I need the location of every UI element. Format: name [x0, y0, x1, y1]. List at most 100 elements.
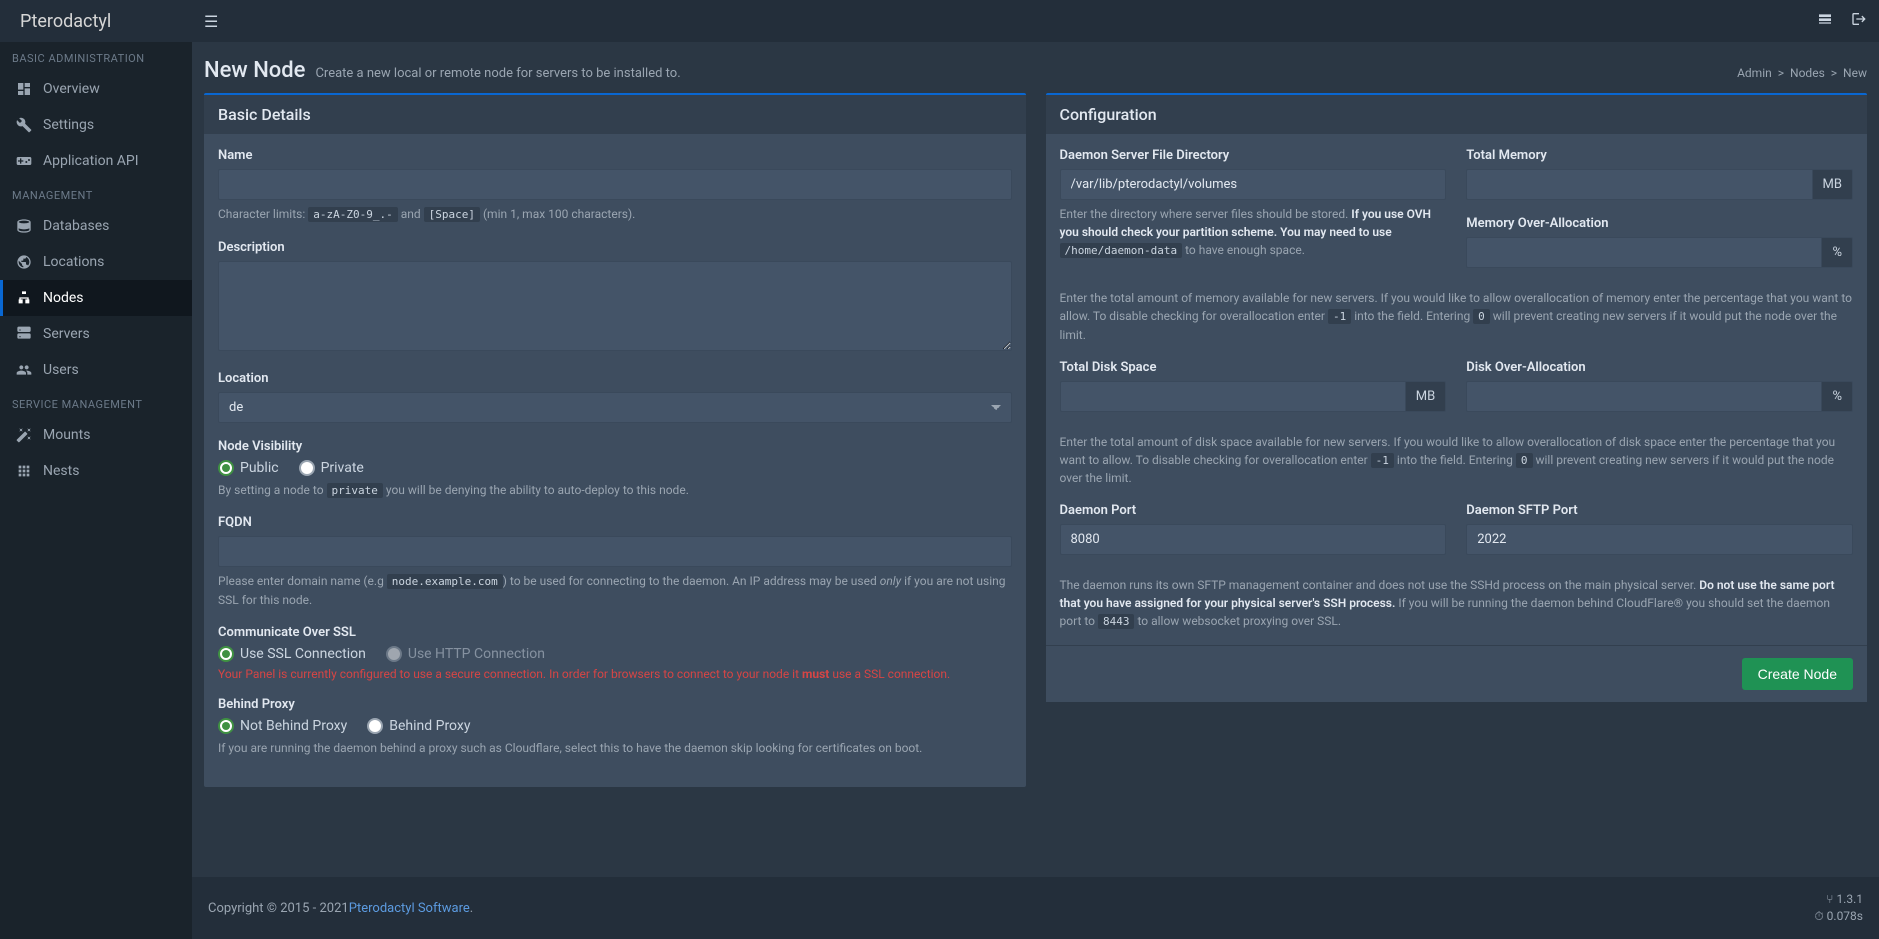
sidebar-item-databases[interactable]: Databases — [0, 208, 192, 244]
memory-input[interactable] — [1466, 169, 1812, 200]
sidebar-item-users[interactable]: Users — [0, 352, 192, 388]
topbar: ☰ — [192, 0, 1879, 42]
magic-icon — [15, 426, 33, 444]
description-label: Description — [218, 240, 1012, 255]
breadcrumb-admin[interactable]: Admin — [1737, 66, 1772, 80]
gamepad-icon — [15, 152, 33, 170]
breadcrumb-new: New — [1843, 66, 1867, 80]
nav-section-basic-admin: BASIC ADMINISTRATION — [0, 42, 192, 71]
sidebar-item-label: Overview — [43, 81, 100, 97]
visibility-public-radio[interactable]: Public — [218, 460, 279, 476]
dashboard-icon — [15, 80, 33, 98]
radio-icon — [386, 646, 402, 662]
dir-help: Enter the directory where server files s… — [1060, 205, 1447, 260]
fqdn-label: FQDN — [218, 515, 1012, 530]
sidebar-item-label: Mounts — [43, 427, 90, 443]
memory-label: Total Memory — [1466, 148, 1853, 163]
footer-link[interactable]: Pterodactyl Software — [349, 901, 470, 916]
disk-unit: MB — [1406, 381, 1446, 412]
panel-title-config: Configuration — [1046, 95, 1868, 134]
ssl-label: Communicate Over SSL — [218, 625, 1012, 640]
breadcrumb: Admin>Nodes>New — [1737, 66, 1867, 80]
sidebar-item-label: Databases — [43, 218, 109, 234]
sitemap-icon — [15, 289, 33, 307]
sidebar-item-nests[interactable]: Nests — [0, 453, 192, 489]
th-icon — [15, 462, 33, 480]
memory-over-input[interactable] — [1466, 237, 1822, 268]
visibility-help: By setting a node to private you will be… — [218, 481, 1012, 500]
ssl-http-radio[interactable]: Use HTTP Connection — [386, 646, 545, 662]
sidebar: Pterodactyl BASIC ADMINISTRATION Overvie… — [0, 0, 192, 939]
proxy-yes-radio[interactable]: Behind Proxy — [367, 718, 470, 734]
sidebar-item-label: Application API — [43, 153, 139, 169]
radio-icon — [367, 718, 383, 734]
dir-label: Daemon Server File Directory — [1060, 148, 1447, 163]
disk-input[interactable] — [1060, 381, 1406, 412]
percent-unit: % — [1822, 381, 1853, 412]
sidebar-item-label: Servers — [43, 326, 90, 342]
proxy-help: If you are running the daemon behind a p… — [218, 739, 1012, 757]
page-title: New Node — [204, 58, 305, 83]
visibility-label: Node Visibility — [218, 439, 1012, 454]
sidebar-item-label: Nests — [43, 463, 79, 479]
proxy-label: Behind Proxy — [218, 697, 1012, 712]
name-input[interactable] — [218, 169, 1012, 200]
version-badge: ⑂ 1.3.1 — [1814, 891, 1863, 908]
memory-over-label: Memory Over-Allocation — [1466, 216, 1853, 231]
radio-icon — [218, 646, 234, 662]
sidebar-item-servers[interactable]: Servers — [0, 316, 192, 352]
footer: Copyright © 2015 - 2021 Pterodactyl Soft… — [192, 877, 1879, 939]
basic-details-panel: Basic Details Name Character limits: a-z… — [204, 93, 1026, 787]
create-node-button[interactable]: Create Node — [1742, 658, 1853, 690]
panel-title-basic: Basic Details — [204, 95, 1026, 134]
description-input[interactable] — [218, 261, 1012, 351]
sidebar-item-api[interactable]: Application API — [0, 143, 192, 179]
daemon-port-label: Daemon Port — [1060, 503, 1447, 518]
hamburger-icon[interactable]: ☰ — [204, 12, 218, 31]
users-icon — [15, 361, 33, 379]
nav-section-service: SERVICE MANAGEMENT — [0, 388, 192, 417]
load-time: ⏱ 0.078s — [1814, 908, 1863, 925]
disk-label: Total Disk Space — [1060, 360, 1447, 375]
daemon-port-input[interactable] — [1060, 524, 1447, 555]
sidebar-item-label: Users — [43, 362, 79, 378]
sidebar-item-label: Settings — [43, 117, 94, 133]
nav-section-management: MANAGEMENT — [0, 179, 192, 208]
name-label: Name — [218, 148, 1012, 163]
memory-unit: MB — [1813, 169, 1853, 200]
proxy-no-radio[interactable]: Not Behind Proxy — [218, 718, 347, 734]
memory-help: Enter the total amount of memory availab… — [1060, 289, 1854, 344]
radio-icon — [299, 460, 315, 476]
visibility-private-radio[interactable]: Private — [299, 460, 364, 476]
percent-unit: % — [1822, 237, 1853, 268]
name-help: Character limits: a-zA-Z0-9_.- and [Spac… — [218, 205, 1012, 224]
sidebar-item-mounts[interactable]: Mounts — [0, 417, 192, 453]
sidebar-item-settings[interactable]: Settings — [0, 107, 192, 143]
brand-logo[interactable]: Pterodactyl — [0, 0, 192, 42]
location-label: Location — [218, 371, 1012, 386]
server-list-icon[interactable] — [1817, 11, 1833, 31]
sidebar-item-nodes[interactable]: Nodes — [0, 280, 192, 316]
globe-icon — [15, 253, 33, 271]
sftp-port-label: Daemon SFTP Port — [1466, 503, 1853, 518]
location-select[interactable]: de — [218, 392, 1012, 423]
ssl-warning: Your Panel is currently configured to us… — [218, 667, 1012, 681]
database-icon — [15, 217, 33, 235]
radio-icon — [218, 460, 234, 476]
fqdn-help: Please enter domain name (e.g node.examp… — [218, 572, 1012, 609]
ssl-use-radio[interactable]: Use SSL Connection — [218, 646, 366, 662]
sftp-port-input[interactable] — [1466, 524, 1853, 555]
port-help: The daemon runs its own SFTP management … — [1060, 576, 1854, 631]
server-icon — [15, 325, 33, 343]
disk-over-input[interactable] — [1466, 381, 1822, 412]
configuration-panel: Configuration Daemon Server File Directo… — [1046, 93, 1868, 702]
breadcrumb-nodes[interactable]: Nodes — [1790, 66, 1825, 80]
fqdn-input[interactable] — [218, 536, 1012, 567]
sidebar-item-overview[interactable]: Overview — [0, 71, 192, 107]
logout-icon[interactable] — [1851, 11, 1867, 31]
sidebar-item-label: Nodes — [43, 290, 84, 306]
sidebar-item-locations[interactable]: Locations — [0, 244, 192, 280]
radio-icon — [218, 718, 234, 734]
dir-input[interactable] — [1060, 169, 1447, 200]
sidebar-item-label: Locations — [43, 254, 104, 270]
